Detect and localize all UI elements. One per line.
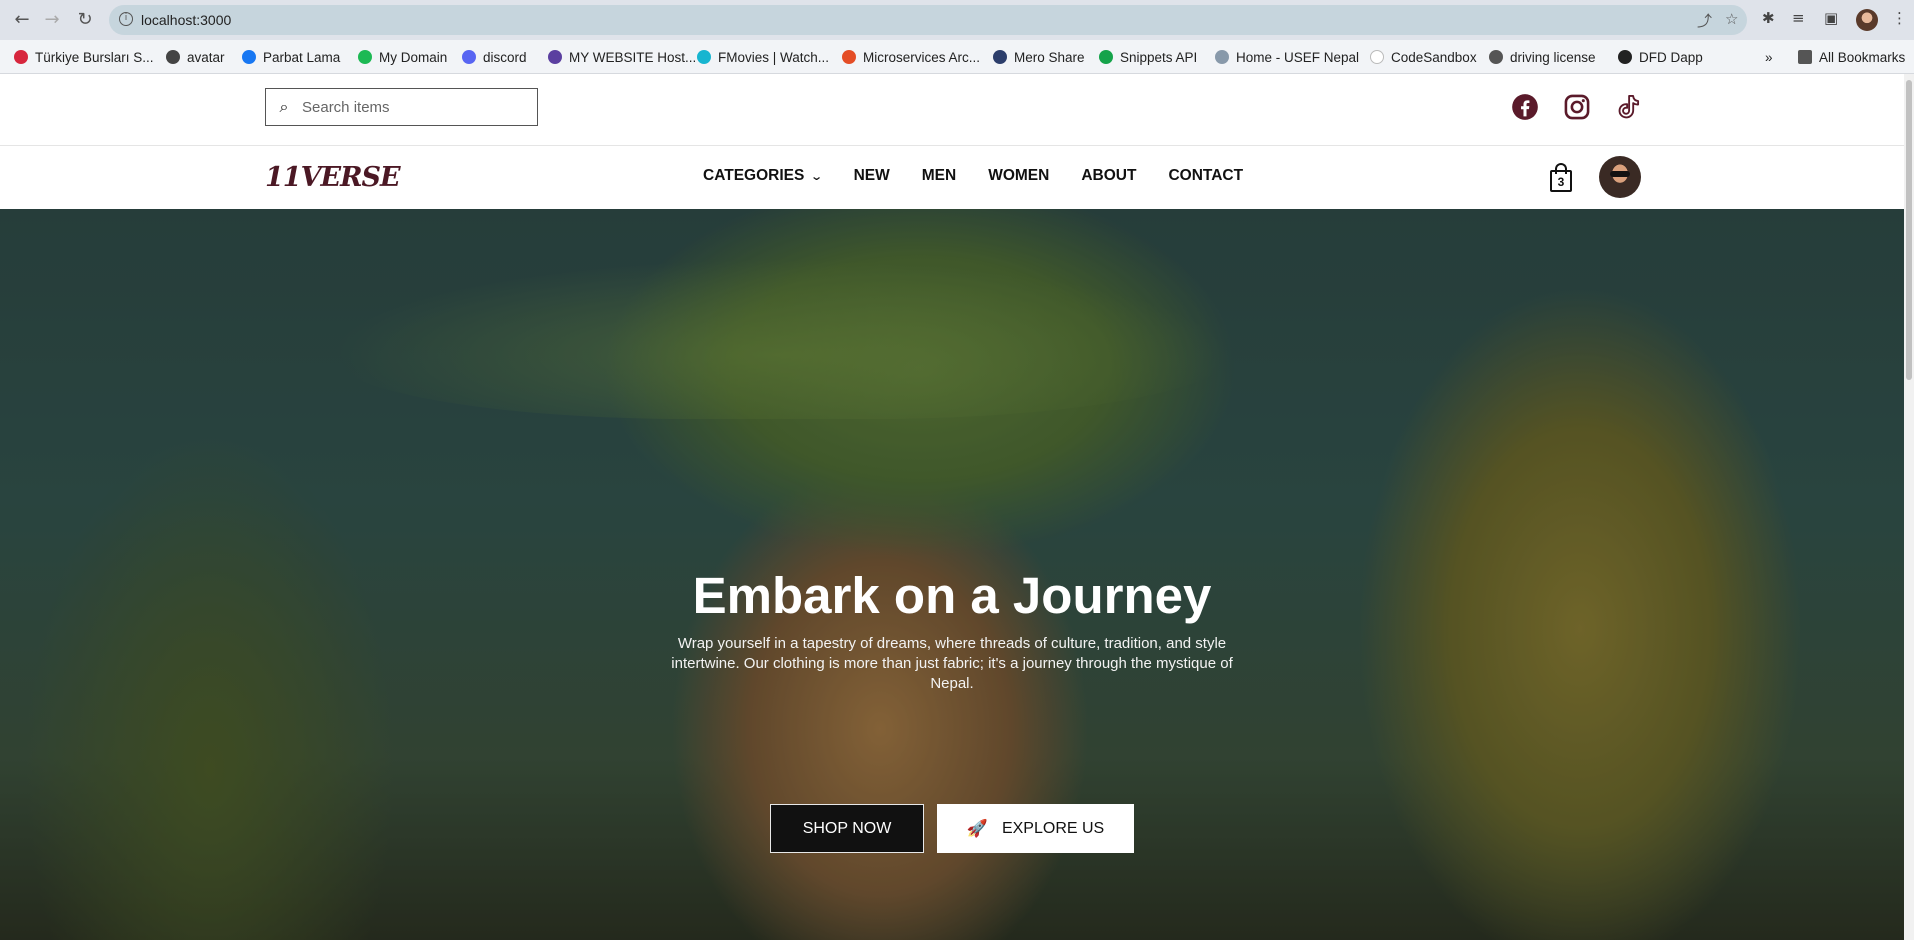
chevron-down-icon: ⌄ [810, 169, 824, 183]
bookmark-label: Mero Share [1014, 49, 1085, 65]
bookmark-favicon-icon [1618, 50, 1632, 64]
nav-about[interactable]: ABOUT [1081, 167, 1136, 185]
bookmark-label: Microservices Arc... [863, 49, 981, 65]
main-navigation: CATEGORIES ⌄ NEW MEN WOMEN ABOUT CONTACT [703, 167, 1275, 185]
explore-us-button[interactable]: 🚀 EXPLORE US [937, 804, 1134, 853]
page-viewport: ⌕ 11VERSE CATEGORIES ⌄ NEW MEN WOMEN ABO… [0, 74, 1904, 940]
bookmark-favicon-icon [166, 50, 180, 64]
bookmark-label: Parbat Lama [263, 49, 341, 65]
bookmark-label: avatar [187, 49, 225, 65]
bookmark-item[interactable]: My Domain [358, 46, 447, 68]
bookmark-label: Snippets API [1120, 49, 1198, 65]
bookmark-label: Türkiye Bursları S... [35, 49, 154, 65]
bookmark-item[interactable]: Home - USEF Nepal [1215, 46, 1359, 68]
address-bar[interactable]: i localhost:3000 ⤴ ☆ [109, 5, 1747, 35]
bookmark-item[interactable]: DFD Dapp [1618, 46, 1703, 68]
cart-button[interactable]: 3 [1548, 162, 1574, 192]
hero-description: Wrap yourself in a tapestry of dreams, w… [671, 635, 1233, 692]
folder-icon [1798, 50, 1812, 64]
bookmark-label: Home - USEF Nepal [1236, 49, 1360, 65]
top-bar: ⌕ [0, 74, 1904, 146]
cart-count: 3 [1557, 175, 1565, 189]
bookmark-item[interactable]: Microservices Arc... [842, 46, 980, 68]
bookmark-label: discord [483, 49, 527, 65]
site-info-icon[interactable]: i [119, 12, 133, 26]
reading-list-icon[interactable]: ≡ [1792, 9, 1805, 27]
bookmark-star-icon[interactable]: ☆ [1725, 10, 1738, 28]
nav-categories-label: CATEGORIES [703, 167, 805, 184]
hero-title: Embark on a Journey [692, 567, 1212, 624]
forward-icon[interactable]: → [40, 8, 64, 32]
facebook-icon[interactable] [1511, 93, 1539, 121]
bookmark-favicon-icon [1489, 50, 1503, 64]
scrollbar-thumb[interactable] [1906, 80, 1912, 380]
bookmark-item[interactable]: CodeSandbox [1370, 46, 1477, 68]
bookmark-item[interactable]: MY WEBSITE Host... [548, 46, 696, 68]
bookmark-favicon-icon [697, 50, 711, 64]
user-avatar[interactable] [1599, 156, 1641, 198]
nav-men[interactable]: MEN [922, 167, 956, 185]
bookmarks-bar: Türkiye Bursları S... avatar Parbat Lama My… [0, 40, 1914, 74]
share-icon[interactable]: ⤴ [1697, 10, 1712, 31]
all-bookmarks-label: All Bookmarks [1819, 49, 1906, 65]
search-icon: ⌕ [279, 97, 289, 116]
bookmark-item[interactable]: Snippets API [1099, 46, 1197, 68]
shop-now-button[interactable]: SHOP NOW [770, 804, 924, 853]
site-logo[interactable]: 11VERSE [265, 162, 401, 193]
bookmark-item[interactable]: driving license [1489, 46, 1596, 68]
bookmark-item[interactable]: discord [462, 46, 527, 68]
reload-icon[interactable]: ↻ [73, 8, 97, 32]
search-input[interactable] [302, 98, 522, 116]
nav-contact[interactable]: CONTACT [1168, 167, 1243, 185]
bookmark-label: MY WEBSITE Host... [569, 49, 697, 65]
side-panel-icon[interactable]: ▣ [1824, 9, 1838, 27]
bookmark-favicon-icon [14, 50, 28, 64]
bookmark-item[interactable]: Mero Share [993, 46, 1085, 68]
explore-us-label: EXPLORE US [1001, 819, 1105, 837]
browser-toolbar: ← → ↻ i localhost:3000 ⤴ ☆ ✱ ≡ ▣ ⋮ [0, 0, 1914, 40]
bookmark-label: DFD Dapp [1639, 49, 1703, 65]
menu-dots-icon[interactable]: ⋮ [1892, 9, 1907, 27]
url-text[interactable]: localhost:3000 [141, 12, 231, 28]
search-box[interactable]: ⌕ [265, 88, 538, 126]
instagram-icon[interactable] [1563, 93, 1591, 121]
bookmark-favicon-icon [548, 50, 562, 64]
bookmark-item[interactable]: avatar [166, 46, 225, 68]
page-scrollbar[interactable] [1904, 74, 1914, 940]
bookmark-favicon-icon [462, 50, 476, 64]
bookmark-favicon-icon [1099, 50, 1113, 64]
avatar-glasses [1610, 171, 1630, 177]
bookmark-favicon-icon [993, 50, 1007, 64]
all-bookmarks-folder[interactable]: All Bookmarks [1798, 46, 1905, 68]
nav-new[interactable]: NEW [854, 167, 890, 185]
hero-banner: Embark on a Journey Wrap yourself in a t… [0, 209, 1904, 940]
back-icon[interactable]: ← [10, 8, 34, 32]
browser-profile-avatar[interactable] [1856, 9, 1878, 31]
bookmark-favicon-icon [842, 50, 856, 64]
extensions-icon[interactable]: ✱ [1762, 9, 1775, 27]
bookmarks-overflow-icon[interactable]: » [1765, 46, 1773, 68]
bookmark-item[interactable]: Parbat Lama [242, 46, 340, 68]
tiktok-icon[interactable] [1615, 93, 1643, 121]
bookmark-label: FMovies | Watch... [718, 49, 830, 65]
bookmark-favicon-icon [358, 50, 372, 64]
bookmark-label: driving license [1510, 49, 1596, 65]
bookmark-item[interactable]: FMovies | Watch... [697, 46, 829, 68]
bookmark-favicon-icon [1370, 50, 1384, 64]
nav-categories[interactable]: CATEGORIES ⌄ [703, 167, 824, 185]
nav-women[interactable]: WOMEN [988, 167, 1049, 185]
bookmark-label: My Domain [379, 49, 448, 65]
rocket-icon: 🚀 [966, 818, 988, 839]
bookmark-label: CodeSandbox [1391, 49, 1477, 65]
bookmark-favicon-icon [1215, 50, 1229, 64]
bookmark-item[interactable]: Türkiye Bursları S... [14, 46, 154, 68]
bookmark-favicon-icon [242, 50, 256, 64]
